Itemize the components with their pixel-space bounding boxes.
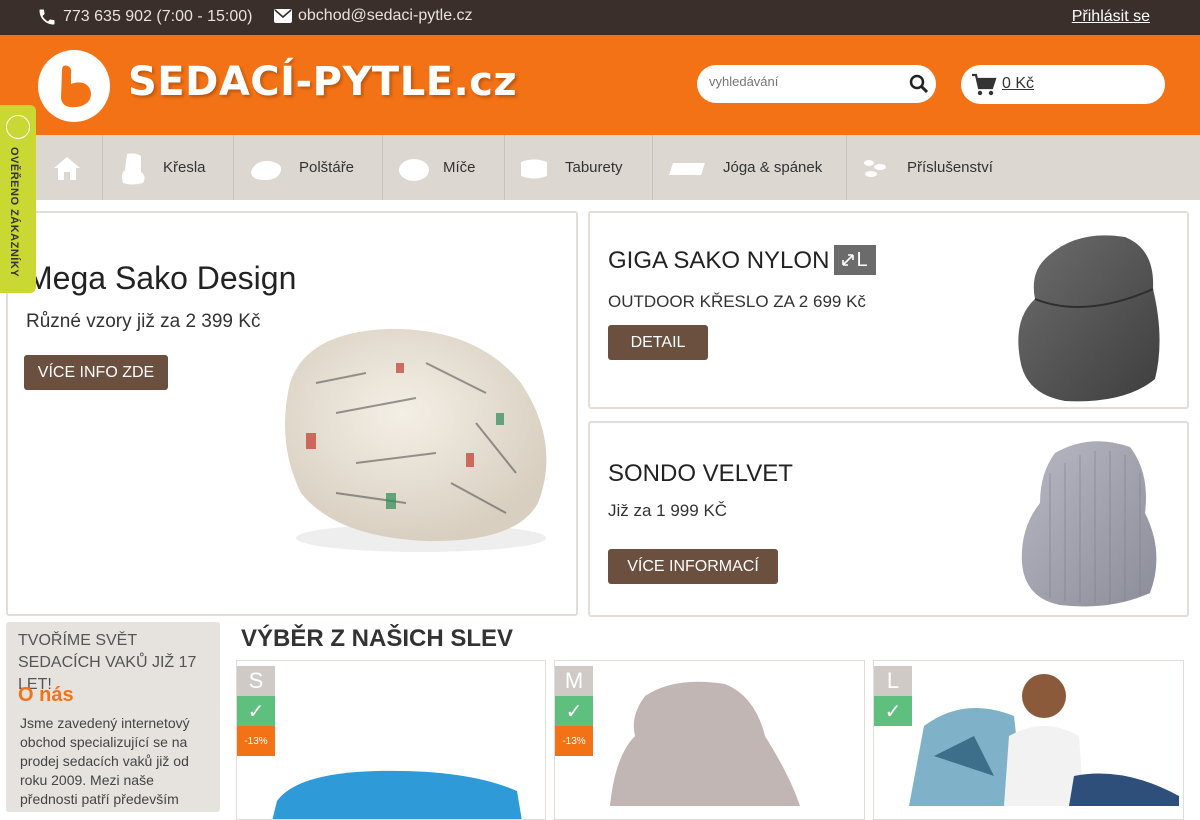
size-badge: L bbox=[834, 245, 876, 275]
discount-badge: -13% bbox=[555, 726, 593, 756]
about-text: Jsme zavedený internetový obchod special… bbox=[20, 715, 190, 807]
home-icon bbox=[54, 157, 80, 180]
product-image bbox=[610, 681, 800, 806]
about-box: TVOŘÍME SVĚT SEDACÍCH VAKŮ JIŽ 17 LET! O… bbox=[6, 622, 220, 812]
ball-icon bbox=[399, 159, 429, 181]
promo-subtitle: Již za 1 999 KČ bbox=[608, 501, 728, 520]
discount-badge: -13% bbox=[237, 726, 275, 756]
nav-label-joga: Jóga & spánek bbox=[723, 159, 823, 176]
phone-contact[interactable]: 773 635 902 (7:00 - 15:00) bbox=[37, 7, 252, 27]
beanbag-image bbox=[1018, 235, 1160, 402]
promo-title: GIGA SAKO NYLON bbox=[608, 247, 830, 274]
promo-subtitle: Různé vzory již za 2 399 Kč bbox=[26, 311, 261, 332]
expand-icon bbox=[842, 254, 855, 266]
verified-badge[interactable]: OVĚŘENO ZÁKAZNÍKY bbox=[0, 105, 36, 293]
search-input[interactable] bbox=[709, 74, 899, 89]
beanbag-image bbox=[1021, 441, 1157, 607]
nav-item-joga[interactable]: Jóga & spánek bbox=[653, 135, 847, 200]
pouf-icon bbox=[521, 159, 547, 179]
more-information-button[interactable]: VÍCE INFORMACÍ bbox=[608, 549, 778, 584]
product-card[interactable]: S ✓ -13% bbox=[236, 660, 546, 820]
email-contact[interactable]: obchod@sedaci-pytle.cz bbox=[274, 7, 473, 25]
nav-label-kresla: Křesla bbox=[163, 159, 206, 176]
detail-button[interactable]: DETAIL bbox=[608, 325, 708, 360]
envelope-icon bbox=[274, 9, 292, 23]
search-box[interactable] bbox=[697, 65, 936, 103]
size-letter: L bbox=[856, 248, 868, 271]
accessories-icon bbox=[864, 160, 886, 177]
product-image bbox=[272, 770, 522, 819]
phone-icon bbox=[39, 9, 55, 25]
size-badge: M bbox=[555, 666, 593, 696]
phone-text: 773 635 902 (7:00 - 15:00) bbox=[63, 8, 253, 25]
promo-mega-sako[interactable]: Mega Sako Design Různé vzory již za 2 39… bbox=[6, 211, 578, 616]
in-stock-icon: ✓ bbox=[555, 696, 593, 726]
email-text: obchod@sedaci-pytle.cz bbox=[298, 7, 473, 24]
nav-item-mice[interactable]: Míče bbox=[383, 135, 505, 200]
nav-item-polstare[interactable]: Polštáře bbox=[234, 135, 383, 200]
seal-icon bbox=[6, 115, 30, 139]
beanbag-image bbox=[284, 328, 547, 552]
promo-title: SONDO VELVET bbox=[608, 460, 793, 487]
discounts-title: VÝBĚR Z NAŠICH SLEV bbox=[241, 625, 514, 652]
size-badge: S bbox=[237, 666, 275, 696]
nav-label-prislusenstvi: Příslušenství bbox=[907, 159, 993, 176]
product-card[interactable]: M ✓ -13% bbox=[554, 660, 865, 820]
cart-button[interactable]: 0 Kč bbox=[961, 65, 1165, 104]
cart-icon bbox=[971, 73, 997, 102]
search-icon[interactable] bbox=[908, 73, 930, 100]
cart-total: 0 Kč bbox=[1002, 75, 1035, 92]
armchair-icon bbox=[121, 153, 145, 185]
header: SEDACÍ-PYTLE.cz 0 Kč bbox=[0, 35, 1200, 135]
category-nav: Křesla Polštáře Míče Taburety Jóga & spá… bbox=[0, 135, 1200, 200]
nav-label-taburety: Taburety bbox=[565, 159, 623, 176]
nav-label-polstare: Polštáře bbox=[299, 159, 355, 176]
nav-item-kresla[interactable]: Křesla bbox=[103, 135, 234, 200]
top-bar: 773 635 902 (7:00 - 15:00) obchod@sedaci… bbox=[0, 0, 1200, 35]
about-title[interactable]: O nás bbox=[18, 684, 74, 707]
nav-item-taburety[interactable]: Taburety bbox=[505, 135, 653, 200]
promo-title: Mega Sako Design bbox=[26, 260, 297, 296]
logo-text[interactable]: SEDACÍ-PYTLE.cz bbox=[128, 59, 517, 105]
product-card[interactable]: L ✓ bbox=[873, 660, 1184, 820]
pillow-icon bbox=[251, 160, 282, 180]
logo-icon[interactable] bbox=[38, 50, 110, 122]
more-info-button[interactable]: VÍCE INFO ZDE bbox=[24, 355, 168, 390]
promo-sondo-velvet[interactable]: SONDO VELVET Již za 1 999 KČ VÍCE INFORM… bbox=[588, 421, 1189, 617]
mat-icon bbox=[669, 163, 705, 175]
promo-giga-sako[interactable]: GIGA SAKO NYLON L OUTDOOR KŘESLO ZA 2 69… bbox=[588, 211, 1189, 409]
login-link[interactable]: Přihlásit se bbox=[1072, 8, 1150, 26]
verified-text: OVĚŘENO ZÁKAZNÍKY bbox=[8, 147, 20, 278]
product-image bbox=[909, 674, 1179, 806]
in-stock-icon: ✓ bbox=[237, 696, 275, 726]
nav-item-prislusenstvi[interactable]: Příslušenství bbox=[847, 135, 1200, 200]
promo-subtitle: OUTDOOR KŘESLO ZA 2 699 Kč bbox=[608, 292, 866, 311]
nav-label-mice: Míče bbox=[443, 159, 476, 176]
nav-home[interactable] bbox=[33, 135, 103, 200]
